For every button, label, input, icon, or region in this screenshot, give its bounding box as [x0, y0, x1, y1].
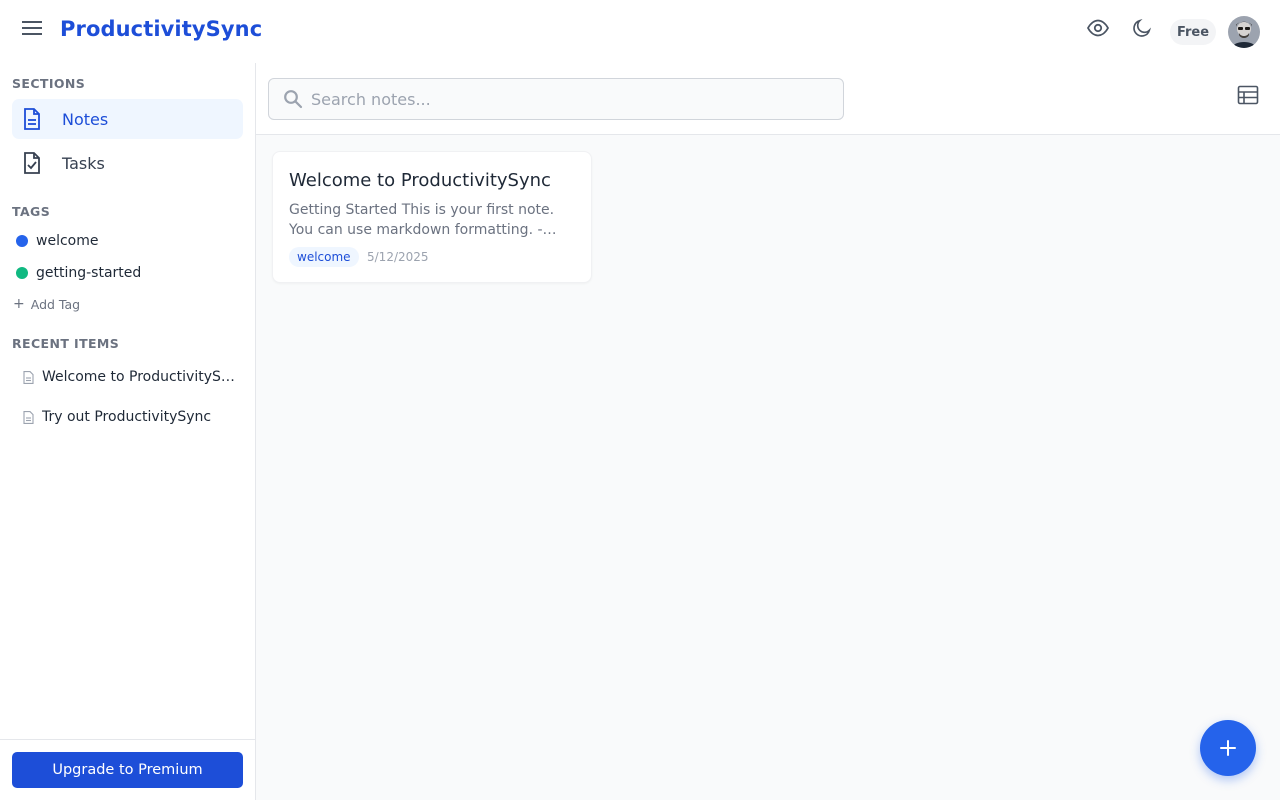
note-tag-badge[interactable]: welcome — [289, 247, 359, 267]
sidebar-footer: Upgrade to Premium — [0, 739, 255, 800]
menu-icon[interactable] — [18, 16, 46, 40]
notes-toolbar — [256, 63, 1280, 135]
recent-item[interactable]: Welcome to ProductivitySync — [12, 361, 243, 393]
plus-icon — [1220, 740, 1236, 756]
sections-heading: SECTIONS — [12, 76, 86, 91]
recent-items-heading: RECENT ITEMS — [12, 336, 120, 351]
tag-label: welcome — [36, 233, 99, 249]
note-card[interactable]: Welcome to ProductivitySync Getting Star… — [272, 151, 592, 283]
app-header: ProductivitySync Free — [0, 0, 1280, 63]
user-avatar[interactable] — [1228, 16, 1260, 48]
sidebar: SECTIONS Notes Tasks TAGS welcome gettin… — [0, 63, 256, 800]
plus-icon: + — [13, 296, 25, 312]
tag-color-dot — [16, 267, 28, 279]
sidebar-item-tasks[interactable]: Tasks — [12, 143, 243, 183]
upgrade-to-premium-button[interactable]: Upgrade to Premium — [12, 752, 243, 788]
recent-item[interactable]: Try out ProductivitySync — [12, 401, 243, 433]
table-view-icon[interactable] — [1236, 83, 1260, 107]
search-icon — [283, 89, 303, 109]
sidebar-tag-welcome[interactable]: welcome — [12, 228, 243, 254]
note-title: Welcome to ProductivitySync — [289, 170, 551, 191]
sidebar-item-label: Notes — [62, 109, 109, 129]
main-content: Welcome to ProductivitySync Getting Star… — [256, 63, 1280, 800]
sidebar-item-notes[interactable]: Notes — [12, 99, 243, 139]
plan-badge: Free — [1170, 19, 1216, 45]
add-tag-button[interactable]: + Add Tag — [13, 296, 80, 312]
note-document-icon — [22, 108, 42, 130]
sidebar-tag-getting-started[interactable]: getting-started — [12, 260, 243, 286]
add-note-button[interactable] — [1200, 720, 1256, 776]
document-icon — [22, 410, 34, 424]
tags-heading: TAGS — [12, 204, 51, 219]
search-input[interactable] — [311, 89, 831, 109]
tag-color-dot — [16, 235, 28, 247]
tag-label: getting-started — [36, 265, 142, 281]
recent-item-label: Try out ProductivitySync — [42, 409, 212, 425]
app-title: ProductivitySync — [60, 17, 263, 41]
eye-icon[interactable] — [1086, 16, 1110, 40]
search-box[interactable] — [268, 78, 844, 120]
add-tag-label: Add Tag — [30, 296, 81, 312]
task-checklist-icon — [22, 152, 42, 174]
document-icon — [22, 370, 34, 384]
moon-icon[interactable] — [1130, 16, 1154, 40]
sidebar-item-label: Tasks — [62, 153, 105, 173]
note-date: 5/12/2025 — [367, 250, 429, 264]
recent-item-label: Welcome to ProductivitySync — [42, 369, 237, 385]
note-excerpt: Getting Started This is your first note.… — [289, 202, 555, 238]
